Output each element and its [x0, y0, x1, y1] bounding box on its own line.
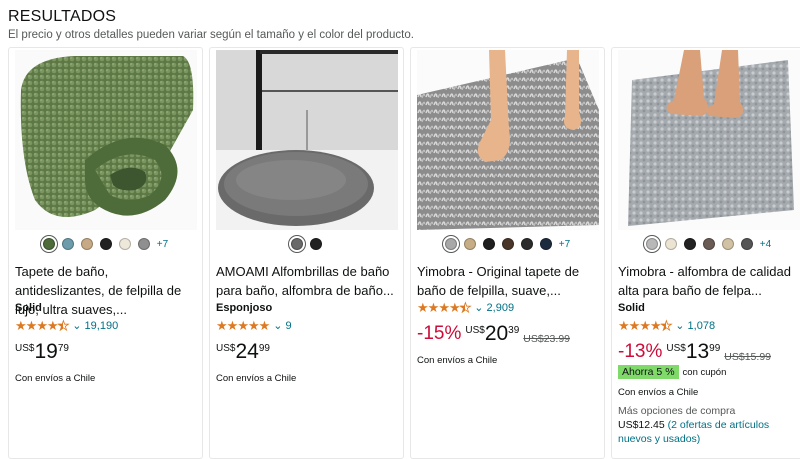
- swatch-cream[interactable]: [664, 238, 677, 250]
- swatch-beige[interactable]: [721, 238, 734, 250]
- product-variant: Solid: [618, 302, 645, 314]
- price-whole: 20: [484, 322, 509, 345]
- product-price: US$ 24 99: [216, 340, 270, 363]
- shipping-info: Con envíos a Chile: [618, 387, 699, 398]
- product-card[interactable]: +4 Yimobra - alfombra de calidad alta pa…: [611, 47, 800, 459]
- swatch-gray[interactable]: [291, 238, 303, 250]
- swatch-black[interactable]: [99, 238, 112, 250]
- results-title: RESULTADOS: [8, 8, 117, 25]
- swatch-taupe[interactable]: [702, 238, 715, 250]
- color-swatches: +7: [411, 238, 604, 250]
- product-rating[interactable]: ★ ★ ★ ★ ★ ⌄ 9: [216, 319, 292, 332]
- more-buying-options: Más opciones de compra US$12.45 (2 ofert…: [618, 404, 800, 446]
- discount-percent: -15%: [417, 323, 462, 344]
- more-colors-link[interactable]: +7: [559, 239, 570, 250]
- star-rating-icon: ★ ★ ★ ★ ★: [216, 318, 270, 333]
- product-image[interactable]: [618, 50, 800, 230]
- color-swatches: +7: [9, 238, 202, 250]
- color-swatches: [210, 238, 403, 250]
- review-count[interactable]: ⌄ 2,909: [474, 301, 514, 314]
- swatch-dark-gray[interactable]: [740, 238, 753, 250]
- results-header: RESULTADOS El precio y otros detalles pu…: [8, 8, 414, 41]
- shipping-info: Con envíos a Chile: [417, 355, 498, 366]
- product-title[interactable]: Yimobra - alfombra de calidad alta para …: [618, 262, 800, 300]
- product-price: US$ 19 79: [15, 340, 69, 363]
- swatch-light-gray[interactable]: [645, 238, 658, 250]
- swatch-charcoal[interactable]: [520, 238, 533, 250]
- star-rating-icon: ★ ★ ★ ★ ★: [15, 318, 70, 333]
- product-image[interactable]: [417, 50, 599, 230]
- more-colors-link[interactable]: +7: [157, 239, 168, 250]
- coupon-note: con cupón: [682, 366, 727, 378]
- price-whole: 19: [34, 340, 58, 363]
- swatch-black[interactable]: [310, 238, 322, 250]
- price-whole: 13: [685, 340, 710, 363]
- swatch-tan[interactable]: [80, 238, 93, 250]
- price-currency: US$: [15, 343, 35, 354]
- price-fraction: 99: [709, 343, 721, 354]
- product-title[interactable]: Tapete de baño, antideslizantes, de felp…: [15, 262, 197, 319]
- swatch-cream[interactable]: [118, 238, 131, 250]
- swatch-navy[interactable]: [539, 238, 552, 250]
- swatch-gray[interactable]: [444, 238, 457, 250]
- price-currency: US$: [465, 325, 485, 336]
- list-price: US$15.99: [724, 351, 771, 363]
- price-fraction: 99: [258, 343, 270, 354]
- swatch-gray[interactable]: [137, 238, 150, 250]
- price-currency: US$: [666, 343, 686, 354]
- review-count[interactable]: ⌄ 19,190: [72, 319, 118, 332]
- product-title[interactable]: Yimobra - Original tapete de baño de fel…: [417, 262, 599, 300]
- product-title[interactable]: AMOAMI Alfombrillas de baño para baño, a…: [216, 262, 398, 300]
- product-card[interactable]: +7 Tapete de baño, antideslizantes, de f…: [8, 47, 203, 459]
- star-rating-icon: ★ ★ ★ ★ ★: [417, 300, 472, 315]
- discount-percent: -13%: [618, 341, 663, 362]
- results-subtitle: El precio y otros detalles pueden variar…: [8, 29, 414, 41]
- swatch-blue[interactable]: [61, 238, 74, 250]
- swatch-tan[interactable]: [463, 238, 476, 250]
- product-image[interactable]: [15, 50, 197, 230]
- alt-price: US$12.45: [618, 419, 665, 431]
- swatch-black[interactable]: [482, 238, 495, 250]
- more-buying-label: Más opciones de compra: [618, 405, 736, 417]
- price-currency: US$: [216, 343, 236, 354]
- product-price: -13% US$ 13 99 US$15.99: [618, 340, 771, 363]
- price-fraction: 39: [508, 325, 520, 336]
- shipping-info: Con envíos a Chile: [15, 373, 96, 384]
- swatch-black[interactable]: [683, 238, 696, 250]
- price-whole: 24: [235, 340, 259, 363]
- more-colors-link[interactable]: +4: [760, 239, 771, 250]
- product-variant: Esponjoso: [216, 302, 273, 314]
- price-fraction: 79: [57, 343, 69, 354]
- product-rating[interactable]: ★ ★ ★ ★ ★ ⌄ 1,078: [618, 318, 715, 333]
- review-count[interactable]: ⌄ 9: [273, 319, 291, 332]
- savings-badge[interactable]: Ahorra 5 %: [618, 365, 679, 379]
- shipping-info: Con envíos a Chile: [216, 373, 297, 384]
- product-image[interactable]: [216, 50, 398, 230]
- review-count[interactable]: ⌄ 1,078: [675, 319, 715, 332]
- product-price: -15% US$ 20 39 US$23.99: [417, 322, 570, 345]
- star-rating-icon: ★ ★ ★ ★ ★: [618, 318, 673, 333]
- list-price: US$23.99: [523, 333, 570, 345]
- swatch-green[interactable]: [42, 238, 55, 250]
- product-card[interactable]: AMOAMI Alfombrillas de baño para baño, a…: [209, 47, 404, 459]
- product-rating[interactable]: ★ ★ ★ ★ ★ ⌄ 19,190: [15, 318, 118, 333]
- swatch-brown[interactable]: [501, 238, 514, 250]
- product-variant: Solid: [15, 302, 42, 314]
- product-rating[interactable]: ★ ★ ★ ★ ★ ⌄ 2,909: [417, 300, 514, 315]
- coupon-badge: Ahorra 5 % con cupón: [618, 365, 726, 379]
- color-swatches: +4: [612, 238, 800, 250]
- product-card[interactable]: +7 Yimobra - Original tapete de baño de …: [410, 47, 605, 459]
